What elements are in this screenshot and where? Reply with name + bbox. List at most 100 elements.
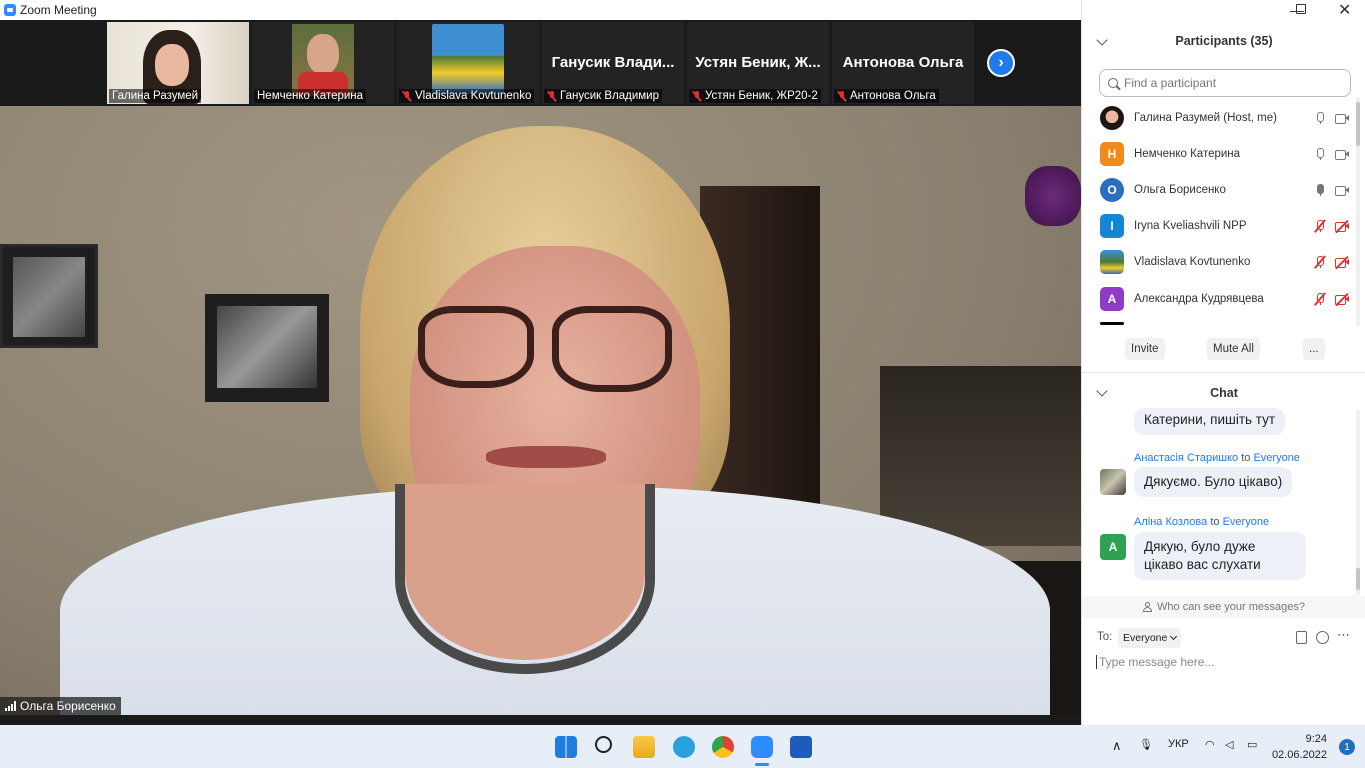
shelf — [880, 366, 1081, 546]
chrome-icon[interactable] — [712, 736, 734, 758]
thumbnail-antonova[interactable]: Антонова Ольга Антонова Ольга — [832, 22, 974, 104]
mic-muted-icon — [692, 90, 702, 102]
notification-badge[interactable]: 1 — [1339, 739, 1355, 755]
thumbnail-ustian[interactable]: Устян Беник, Ж... Устян Беник, ЖР20-2 — [687, 22, 829, 104]
thumbnail-label: Антонова Ольга — [834, 89, 939, 103]
thumbnail-label: Немченко Катерина — [254, 89, 367, 103]
start-icon[interactable] — [555, 736, 577, 758]
chevron-up-icon[interactable]: ∧ — [1112, 738, 1122, 754]
microphone-muted-icon[interactable] — [1314, 219, 1326, 233]
mute-all-button[interactable]: Mute All — [1207, 338, 1260, 360]
avatar: А — [1100, 534, 1126, 560]
participant-search-input[interactable]: Find a participant — [1099, 69, 1351, 97]
language-indicator[interactable]: УКР — [1168, 738, 1189, 750]
thumbnail-label: Галина Разумей — [109, 89, 202, 103]
microphone-icon[interactable] — [1314, 147, 1326, 161]
active-indicator — [755, 763, 769, 766]
recipient-select[interactable]: Everyone — [1118, 628, 1182, 648]
volume-icon[interactable]: ◁ — [1225, 738, 1233, 751]
participant-row[interactable]: А Александра Кудрявцева — [1100, 284, 1350, 314]
chat-message-input[interactable]: Type message here... — [1096, 655, 1214, 669]
microphone-muted-icon[interactable] — [1314, 255, 1326, 269]
speaker-name-tag: Ольга Борисенко — [0, 697, 121, 715]
participant-row[interactable]: О Ольга Борисенко — [1100, 175, 1350, 205]
participant-name-big: Антонова Ольга — [842, 54, 964, 71]
participant-name-big: Устян Беник, Ж... — [695, 54, 821, 71]
avatar: А — [1100, 287, 1124, 311]
thumbnail-label: Ганусик Владимир — [544, 89, 662, 103]
more-button[interactable]: ... — [1303, 338, 1325, 360]
chat-message: Дякую, було дуже цікаво вас слухати — [1134, 532, 1306, 580]
thumbnail-vladislava[interactable]: Vladislava Kovtunenko — [397, 22, 539, 104]
chevron-down-icon — [1170, 632, 1178, 641]
chat-scrollbar[interactable] — [1356, 410, 1360, 595]
camera-off-icon[interactable] — [1335, 219, 1350, 234]
zoom-logo-icon — [4, 4, 16, 16]
next-page-button[interactable]: › — [987, 49, 1015, 77]
signal-icon — [5, 701, 16, 711]
camera-off-icon[interactable] — [1335, 255, 1350, 270]
video-thumbnail-strip: Галина Разумей Немченко Катерина Vladisl… — [0, 20, 1081, 106]
chevron-right-icon: › — [998, 54, 1004, 71]
neck — [405, 484, 645, 660]
title-bar: Zoom Meeting — [0, 0, 1081, 20]
more-options-icon[interactable]: ⋯ — [1337, 627, 1350, 642]
avatar: Н — [1100, 142, 1124, 166]
participants-scrollbar[interactable] — [1356, 98, 1360, 326]
zoom-icon[interactable] — [751, 736, 773, 758]
mic-muted-icon — [547, 90, 557, 102]
avatar-partial — [1100, 322, 1124, 325]
telegram-icon[interactable] — [673, 736, 695, 758]
camera-icon[interactable] — [1335, 148, 1350, 160]
participant-row[interactable]: Vladislava Kovtunenko — [1100, 247, 1350, 277]
thumbnail-galyna[interactable]: Галина Разумей — [107, 22, 249, 104]
video-bottom-bar — [0, 715, 1081, 725]
microphone-icon[interactable] — [1314, 111, 1326, 125]
thumbnail-label: Vladislava Kovtunenko — [399, 89, 535, 103]
file-icon[interactable] — [1296, 631, 1307, 644]
file-explorer-icon[interactable] — [633, 736, 655, 758]
battery-icon[interactable]: ▭ — [1247, 738, 1257, 751]
person-icon — [1143, 602, 1153, 612]
search-icon — [1108, 78, 1118, 88]
divider — [1082, 372, 1365, 373]
glasses-right — [552, 306, 672, 392]
avatar — [1100, 469, 1126, 495]
flower — [1025, 166, 1081, 226]
microphone-muted-icon[interactable] — [1314, 292, 1326, 306]
camera-icon[interactable] — [1335, 184, 1350, 196]
invite-button[interactable]: Invite — [1125, 338, 1165, 360]
clock[interactable]: 9:24 02.06.2022 — [1272, 731, 1327, 763]
wall-picture-frame — [0, 244, 98, 348]
microphone-active-icon[interactable] — [1314, 183, 1326, 197]
side-panel: — ✕ Participants (35) Find a participant… — [1081, 0, 1365, 725]
profile-photo — [432, 24, 504, 94]
participant-row[interactable]: Н Немченко Катерина — [1100, 139, 1350, 169]
participant-name-big: Ганусик Влади... — [551, 54, 675, 71]
chat-message: Катерини, пишіть тут — [1134, 408, 1286, 435]
search-icon[interactable] — [595, 736, 612, 753]
chat-title: Chat — [1210, 386, 1238, 400]
avatar: О — [1100, 178, 1124, 202]
microphone-tray-icon[interactable]: 🎙 — [1139, 738, 1153, 751]
participant-row[interactable]: Галина Разумей (Host, me) — [1100, 103, 1350, 133]
wall-picture-frame — [205, 294, 329, 402]
word-icon[interactable] — [790, 736, 812, 758]
close-window-button[interactable]: ✕ — [1338, 0, 1351, 20]
emoji-icon[interactable] — [1316, 631, 1329, 644]
thumbnail-nemchenko[interactable]: Немченко Катерина — [252, 22, 394, 104]
camera-icon[interactable] — [1335, 112, 1350, 124]
who-can-see-link[interactable]: Who can see your messages? — [1082, 596, 1365, 618]
thumbnail-label: Устян Беник, ЖР20-2 — [689, 89, 821, 103]
participants-title: Participants (35) — [1175, 34, 1273, 48]
mouth — [486, 446, 606, 468]
participant-row[interactable]: I Iryna Kveliashvili NPP — [1100, 211, 1350, 241]
thumbnail-ganusyk[interactable]: Ганусик Влади... Ганусик Владимир — [542, 22, 684, 104]
windows-taskbar: ∧ 🎙 УКР ◠ ◁ ▭ 9:24 02.06.2022 1 — [0, 725, 1365, 768]
camera-off-icon[interactable] — [1335, 292, 1350, 307]
to-label: To: — [1097, 631, 1113, 643]
wifi-icon[interactable]: ◠ — [1205, 738, 1215, 751]
chat-sender: Аліна Козлова to Everyone — [1134, 516, 1270, 528]
restore-button[interactable] — [1296, 4, 1306, 14]
mic-muted-icon — [402, 90, 412, 102]
